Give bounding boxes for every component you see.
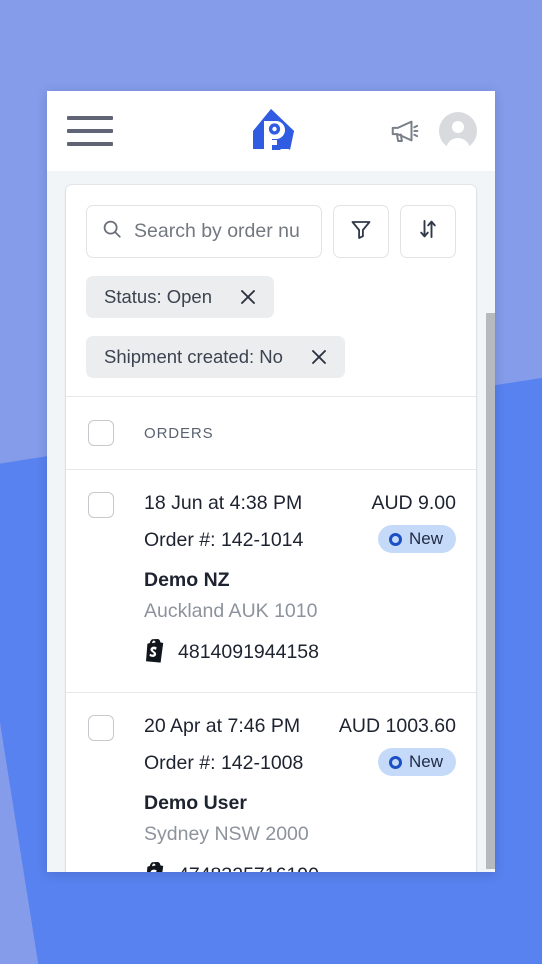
filter-chip-shipment-created[interactable]: Shipment created: No (86, 336, 345, 378)
hamburger-bar (67, 142, 113, 146)
search-input[interactable] (134, 220, 307, 243)
funnel-icon (349, 217, 373, 246)
filter-chip-label: Shipment created: No (104, 346, 283, 367)
customer-address: Sydney NSW 2000 (144, 823, 309, 845)
close-icon[interactable] (238, 287, 258, 307)
filter-chip-label: Status: Open (104, 286, 212, 307)
filter-button[interactable] (333, 205, 389, 258)
scrollbar[interactable] (486, 313, 495, 869)
orders-list-header: ORDERS (66, 397, 476, 469)
customer-name: Demo User (144, 792, 247, 814)
status-badge: New (377, 525, 456, 553)
order-second-line: Order #: 142-1014 New (144, 515, 456, 553)
order-second-line: Order #: 142-1008 New (144, 738, 456, 776)
home-r-logo (243, 103, 299, 159)
order-amount: AUD 1003.60 (338, 715, 456, 737)
customer-address: Auckland AUK 1010 (144, 600, 318, 622)
megaphone-icon[interactable] (387, 114, 421, 148)
order-date: 18 Jun at 4:38 PM (144, 492, 303, 514)
channel-reference: 4748325716190 (178, 864, 319, 872)
filter-section: Status: Open Shipment created: No (66, 185, 476, 396)
order-top-line: 20 Apr at 7:46 PM AUD 1003.60 (144, 715, 456, 738)
status-badge: New (377, 748, 456, 776)
order-top-line: 18 Jun at 4:38 PM AUD 9.00 (144, 492, 456, 515)
order-date: 20 Apr at 7:46 PM (144, 715, 301, 737)
order-details: 20 Apr at 7:46 PM AUD 1003.60 Order #: 1… (144, 715, 456, 872)
status-ring-icon (388, 755, 402, 769)
order-select-checkbox[interactable] (88, 492, 114, 518)
status-badge-label: New (408, 529, 443, 548)
app-header (47, 91, 495, 171)
order-channel: 4814091944158 (144, 637, 456, 668)
select-all-checkbox[interactable] (88, 420, 114, 446)
scrollbar-thumb[interactable] (486, 313, 495, 869)
search-icon (101, 218, 123, 245)
status-badge-label: New (408, 752, 443, 771)
order-number: Order #: 142-1008 (144, 751, 304, 774)
shopify-icon (144, 860, 168, 872)
order-channel: 4748325716190 (144, 860, 456, 872)
sort-button[interactable] (400, 205, 456, 258)
close-icon[interactable] (309, 347, 329, 367)
search-row (86, 205, 456, 258)
hamburger-bar (67, 129, 113, 133)
sort-arrows-icon (416, 217, 440, 246)
phone-viewport: Status: Open Shipment created: No (47, 91, 495, 872)
filter-chip-row: Shipment created: No (86, 318, 456, 378)
shopify-icon (144, 637, 168, 668)
filter-chip-status[interactable]: Status: Open (86, 276, 274, 318)
app-header-actions (387, 112, 477, 150)
avatar[interactable] (439, 112, 477, 150)
customer-name: Demo NZ (144, 569, 230, 591)
table-row[interactable]: 18 Jun at 4:38 PM AUD 9.00 Order #: 142-… (66, 470, 476, 692)
hamburger-bar (67, 116, 113, 120)
order-details: 18 Jun at 4:38 PM AUD 9.00 Order #: 142-… (144, 492, 456, 668)
status-ring-icon (388, 532, 402, 546)
order-select-checkbox[interactable] (88, 715, 114, 741)
channel-reference: 4814091944158 (178, 641, 319, 663)
filter-chip-row: Status: Open (86, 258, 456, 318)
table-row[interactable]: 20 Apr at 7:46 PM AUD 1003.60 Order #: 1… (66, 693, 476, 872)
hamburger-menu-icon[interactable] (67, 112, 113, 150)
orders-column-header: ORDERS (144, 424, 214, 442)
order-number: Order #: 142-1014 (144, 528, 304, 551)
search-field[interactable] (86, 205, 322, 258)
order-amount: AUD 9.00 (371, 492, 456, 514)
orders-card: Status: Open Shipment created: No (66, 185, 476, 872)
